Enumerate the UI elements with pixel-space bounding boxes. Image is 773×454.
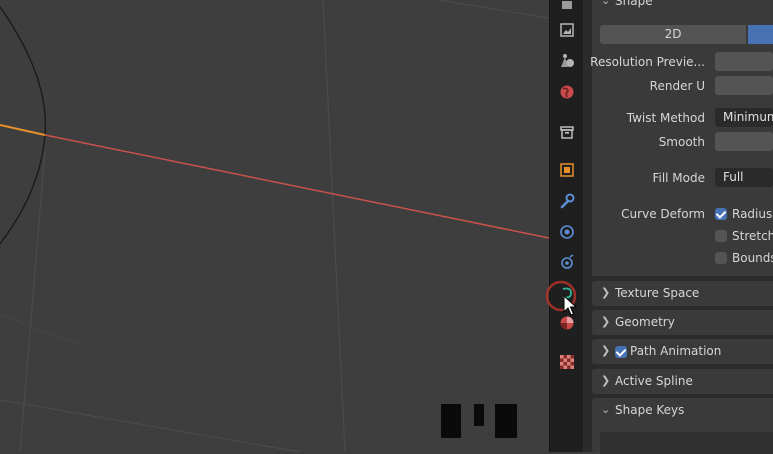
chevron-right-icon: ❯: [601, 374, 611, 387]
texture-space-panel-header[interactable]: ❯ Texture Space: [592, 281, 773, 306]
resolution-preview-label: Resolution Previe...: [590, 55, 705, 69]
render-u-label: Render U: [649, 79, 705, 93]
shape-keys-title: Shape Keys: [615, 403, 685, 417]
stretch-checkbox[interactable]: [715, 230, 727, 242]
texture-icon: [560, 355, 574, 369]
chevron-down-icon: ⌄: [601, 0, 611, 7]
chevron-right-icon: ❯: [601, 286, 611, 299]
smooth-label: Smooth: [658, 135, 705, 149]
tab-world[interactable]: [557, 82, 577, 102]
shape-panel-header[interactable]: ⌄ Shape: [592, 0, 773, 12]
shape-panel-title: Shape: [615, 0, 653, 8]
curve-circle-outline: [0, 5, 47, 245]
texture-space-title: Texture Space: [615, 286, 700, 300]
object-icon: [560, 163, 574, 177]
geometry-title: Geometry: [615, 315, 675, 329]
fill-mode-label: Fill Mode: [652, 171, 705, 185]
view-layer-icon: [561, 54, 574, 67]
mode-3d-button[interactable]: [748, 25, 773, 44]
tab-tool[interactable]: [557, 0, 577, 14]
overlay-glyph: [441, 404, 461, 438]
curve-deform-label: Curve Deform: [621, 207, 705, 221]
3d-viewport[interactable]: [0, 0, 549, 452]
overlay-glyph: [495, 404, 517, 438]
stretch-label: Stretch: [732, 229, 773, 243]
active-spline-title: Active Spline: [615, 374, 693, 388]
particles-icon: [560, 225, 574, 239]
tab-output[interactable]: [557, 20, 577, 40]
viewport-grid: [0, 0, 549, 452]
collection-icon: [560, 126, 574, 139]
mouse-pointer-icon: [563, 295, 577, 316]
path-animation-checkbox[interactable]: [615, 346, 627, 358]
properties-editor: ⌄ Shape 2D Resolution Previe... Render U…: [583, 0, 773, 454]
resolution-preview-field[interactable]: [715, 52, 773, 71]
smooth-field[interactable]: [715, 132, 773, 151]
twist-method-label: Twist Method: [626, 111, 705, 125]
chevron-right-icon: ❯: [601, 315, 611, 328]
chevron-right-icon: ❯: [601, 344, 611, 357]
path-animation-title: Path Animation: [630, 344, 722, 358]
shape-keys-panel-header[interactable]: ⌄ Shape Keys: [592, 398, 773, 454]
material-icon: [560, 316, 574, 330]
shape-keys-list[interactable]: [600, 432, 773, 454]
mode-2d-button[interactable]: 2D: [600, 25, 746, 44]
curve-path-line: [44, 134, 549, 239]
chevron-down-icon: ⌄: [601, 403, 611, 416]
radius-checkbox[interactable]: [715, 208, 727, 220]
geometry-panel-header[interactable]: ❯ Geometry: [592, 310, 773, 335]
overlay-glyph: [474, 404, 484, 426]
active-spline-panel-header[interactable]: ❯ Active Spline: [592, 369, 773, 394]
tab-particles[interactable]: [557, 222, 577, 242]
twist-method-dropdown[interactable]: Minimum: [715, 108, 773, 127]
tab-view-layer[interactable]: [557, 51, 577, 71]
mode-2d-label: 2D: [664, 27, 682, 41]
tool-icon: [562, 1, 572, 9]
path-animation-panel-header[interactable]: ❯ Path Animation: [592, 339, 773, 364]
world-icon: [560, 85, 574, 99]
bounds-checkbox[interactable]: [715, 252, 727, 264]
modifier-icon: [560, 193, 575, 209]
tab-object[interactable]: [557, 160, 577, 180]
fill-mode-value: Full: [723, 170, 744, 184]
properties-tab-bar: [545, 0, 584, 452]
output-icon: [560, 23, 574, 37]
tab-physics[interactable]: [557, 252, 577, 272]
bounds-label: Bounds: [732, 251, 773, 265]
tab-texture[interactable]: [557, 352, 577, 372]
radius-label: Radius: [732, 207, 773, 221]
selected-curve-segment: [0, 124, 46, 136]
render-u-field[interactable]: [715, 76, 773, 95]
twist-method-value: Minimum: [723, 110, 773, 124]
physics-icon: [561, 254, 574, 269]
fill-mode-dropdown[interactable]: Full: [715, 168, 773, 187]
tab-collection[interactable]: [557, 122, 577, 142]
tab-modifier[interactable]: [557, 191, 577, 211]
